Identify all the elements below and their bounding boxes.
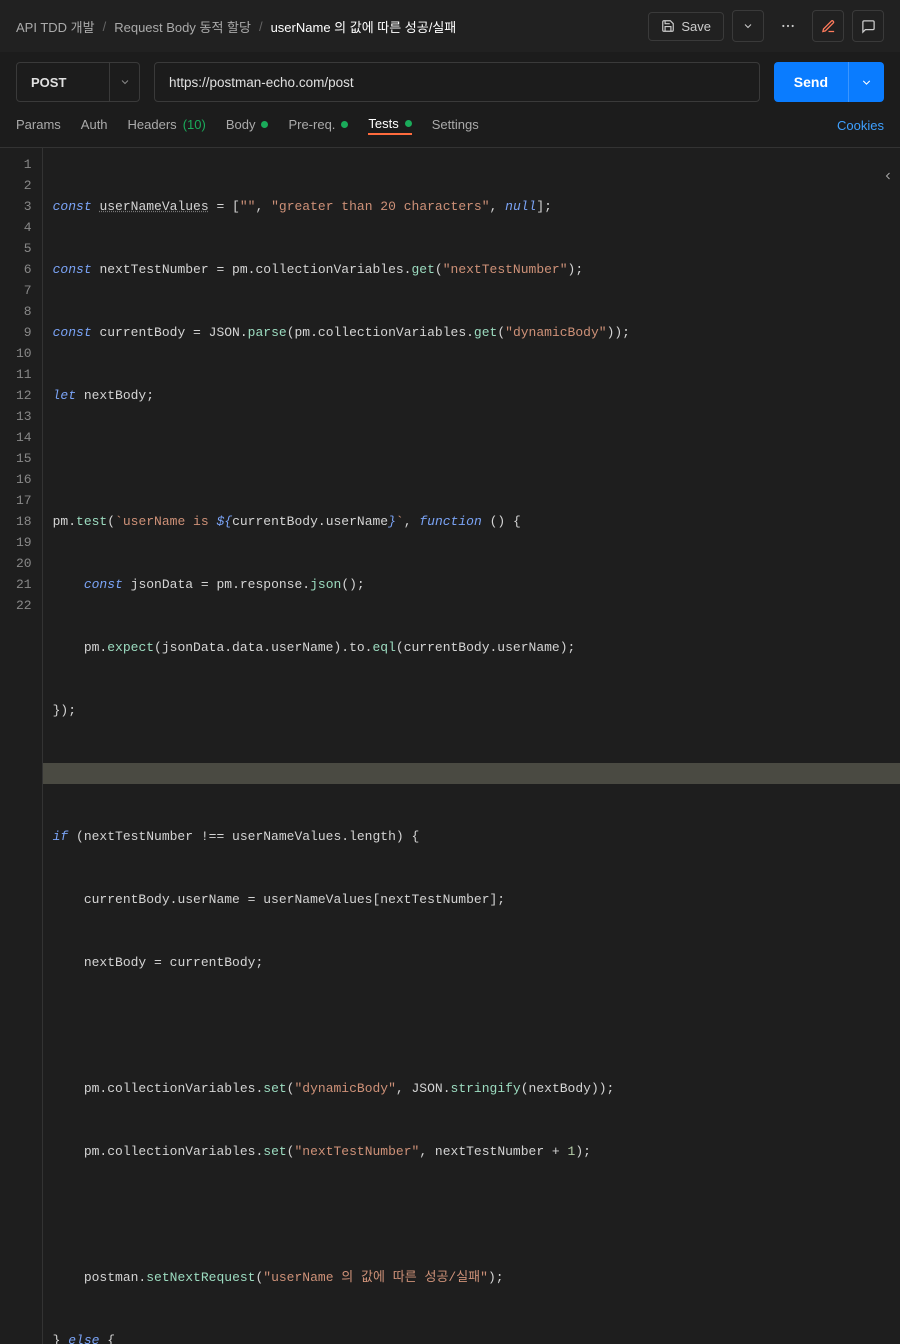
collapse-sidebar-button[interactable] (882, 170, 894, 182)
code-content[interactable]: const userNameValues = ["", "greater tha… (43, 148, 900, 1344)
chevron-left-icon (882, 170, 894, 182)
save-icon (661, 19, 675, 33)
chevron-down-icon (119, 76, 131, 88)
comments-button[interactable] (852, 10, 884, 42)
tabs-row: Params Auth Headers (10) Body Pre-req. T… (0, 108, 900, 147)
send-button[interactable]: Send (774, 62, 884, 102)
chevron-down-icon (742, 20, 754, 32)
breadcrumb-root[interactable]: API TDD 개발 (16, 17, 95, 36)
tab-prereq[interactable]: Pre-req. (288, 117, 348, 134)
breadcrumb: API TDD 개발 / Request Body 동적 할당 / userNa… (16, 17, 456, 36)
cookies-link[interactable]: Cookies (837, 118, 884, 133)
url-input[interactable] (154, 62, 760, 102)
save-dropdown-button[interactable] (732, 10, 764, 42)
tab-headers[interactable]: Headers (10) (128, 117, 206, 134)
send-button-label: Send (774, 74, 848, 90)
line-gutter: 12345678910111213141516171819202122 (0, 148, 43, 1344)
method-label: POST (17, 75, 109, 90)
method-select[interactable]: POST (16, 62, 140, 102)
edit-button[interactable] (812, 10, 844, 42)
more-options-button[interactable] (772, 10, 804, 42)
method-caret[interactable] (109, 63, 139, 101)
current-line (43, 763, 900, 784)
breadcrumb-current: userName 의 값에 따른 성공/실패 (271, 17, 457, 36)
tab-auth[interactable]: Auth (81, 117, 108, 134)
status-dot-icon (261, 121, 268, 128)
tab-settings[interactable]: Settings (432, 117, 479, 134)
top-bar: API TDD 개발 / Request Body 동적 할당 / userNa… (0, 0, 900, 52)
send-dropdown[interactable] (848, 62, 884, 102)
request-row: POST Send (0, 52, 900, 108)
breadcrumb-sep: / (259, 19, 263, 34)
breadcrumb-mid[interactable]: Request Body 동적 할당 (114, 17, 251, 36)
status-dot-icon (405, 120, 412, 127)
status-dot-icon (341, 121, 348, 128)
save-button-label: Save (681, 19, 711, 34)
tab-tests[interactable]: Tests (368, 116, 411, 135)
chevron-down-icon (860, 76, 873, 89)
comment-icon (861, 19, 876, 34)
code-editor[interactable]: 12345678910111213141516171819202122 cons… (0, 147, 900, 1344)
pencil-icon (821, 19, 836, 34)
dots-icon (780, 18, 796, 34)
save-button[interactable]: Save (648, 12, 724, 41)
headers-count: (10) (183, 117, 206, 132)
top-actions: Save (648, 10, 884, 42)
breadcrumb-sep: / (103, 19, 107, 34)
tab-body[interactable]: Body (226, 117, 269, 134)
tab-params[interactable]: Params (16, 117, 61, 134)
